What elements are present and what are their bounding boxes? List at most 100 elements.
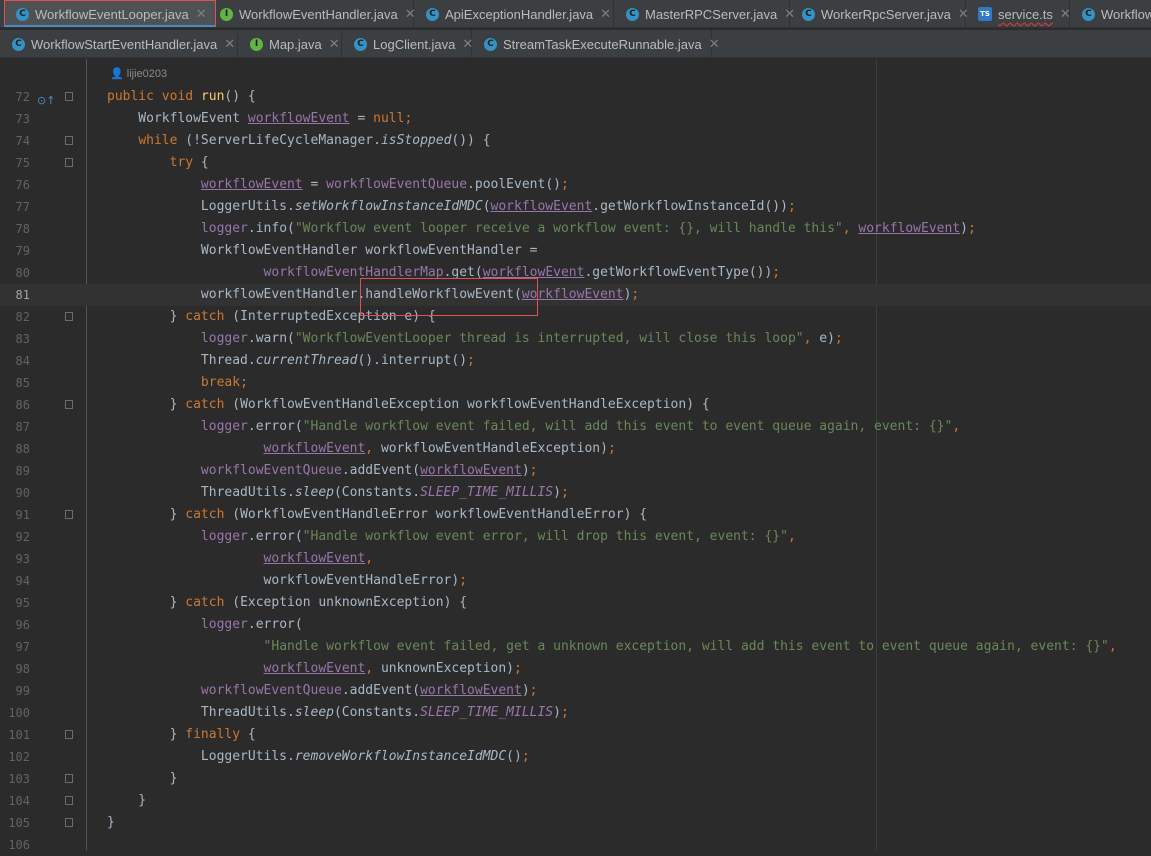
close-icon[interactable]: ✕	[600, 7, 611, 22]
code-line[interactable]: 97 "Handle workflow event failed, get a …	[0, 636, 1151, 658]
line-number[interactable]: 72	[0, 86, 30, 108]
tab-map[interactable]: I Map.java ✕	[238, 30, 342, 57]
line-number[interactable]: 101	[0, 724, 30, 746]
close-icon[interactable]: ✕	[709, 37, 720, 52]
code-line[interactable]: 76 workflowEvent = workflowEventQueue.po…	[0, 174, 1151, 196]
fold-marker-icon[interactable]	[65, 92, 73, 101]
fold-marker-icon[interactable]	[65, 818, 73, 827]
code-line[interactable]: 106	[0, 834, 1151, 856]
line-number[interactable]: 78	[0, 218, 30, 240]
close-icon[interactable]: ✕	[224, 37, 235, 52]
code-line[interactable]: 72 ⊙↑ public void run() {	[0, 86, 1151, 108]
line-number[interactable]: 80	[0, 262, 30, 284]
code-line[interactable]: 98 workflowEvent, unknownException);	[0, 658, 1151, 680]
fold-marker-icon[interactable]	[65, 158, 73, 167]
fold-marker-icon[interactable]	[65, 730, 73, 739]
line-number[interactable]: 75	[0, 152, 30, 174]
code-line[interactable]: 82 } catch (InterruptedException e) {	[0, 306, 1151, 328]
code-line[interactable]: 102 LoggerUtils.removeWorkflowInstanceId…	[0, 746, 1151, 768]
code-author-hint[interactable]: 👤 lijie0203	[110, 67, 167, 80]
code-line[interactable]: 104 }	[0, 790, 1151, 812]
line-number[interactable]: 93	[0, 548, 30, 570]
tab-api-exception-handler[interactable]: C ApiExceptionHandler.java ✕	[414, 0, 614, 27]
code-line[interactable]: 88 workflowEvent, workflowEventHandleExc…	[0, 438, 1151, 460]
line-number[interactable]: 89	[0, 460, 30, 482]
line-number[interactable]: 87	[0, 416, 30, 438]
fold-marker-icon[interactable]	[65, 400, 73, 409]
code-line[interactable]: 96 logger.error(	[0, 614, 1151, 636]
line-number[interactable]: 85	[0, 372, 30, 394]
line-number[interactable]: 82	[0, 306, 30, 328]
line-number[interactable]: 91	[0, 504, 30, 526]
fold-marker-icon[interactable]	[65, 774, 73, 783]
tab-service-ts[interactable]: TS service.ts ✕	[966, 0, 1071, 27]
code-line[interactable]: 91 } catch (WorkflowEventHandleError wor…	[0, 504, 1151, 526]
code-text: } catch (Exception unknownException) {	[107, 595, 468, 610]
code-line[interactable]: 79 WorkflowEventHandler workflowEventHan…	[0, 240, 1151, 262]
line-number[interactable]: 104	[0, 790, 30, 812]
code-line[interactable]: 105}	[0, 812, 1151, 834]
tab-label: StreamTaskExecuteRunnable.java	[503, 36, 702, 52]
code-line[interactable]: 83 logger.warn("WorkflowEventLooper thre…	[0, 328, 1151, 350]
code-line[interactable]: 78 logger.info("Workflow event looper re…	[0, 218, 1151, 240]
line-number[interactable]: 84	[0, 350, 30, 372]
line-number[interactable]: 88	[0, 438, 30, 460]
line-number[interactable]: 99	[0, 680, 30, 702]
tab-worker-rpc-server[interactable]: C WorkerRpcServer.java ✕	[790, 0, 969, 27]
line-number[interactable]: 77	[0, 196, 30, 218]
line-number[interactable]: 94	[0, 570, 30, 592]
line-number[interactable]: 100	[0, 702, 30, 724]
close-icon[interactable]: ✕	[196, 7, 207, 22]
code-line[interactable]: 95 } catch (Exception unknownException) …	[0, 592, 1151, 614]
line-number[interactable]: 76	[0, 174, 30, 196]
tab-workflow-event-looper[interactable]: C WorkflowEventLooper.java ✕	[4, 0, 216, 27]
code-line[interactable]: 86 } catch (WorkflowEventHandleException…	[0, 394, 1151, 416]
line-number[interactable]: 92	[0, 526, 30, 548]
tab-master-rpc-server[interactable]: C MasterRPCServer.java ✕	[614, 0, 795, 27]
fold-marker-icon[interactable]	[65, 312, 73, 321]
code-editor[interactable]: 👤 lijie0203 72 ⊙↑ public void run() {73 Wo…	[0, 59, 1151, 852]
line-number[interactable]: 79	[0, 240, 30, 262]
code-line[interactable]: 73 WorkflowEvent workflowEvent = null;	[0, 108, 1151, 130]
line-number[interactable]: 86	[0, 394, 30, 416]
fold-marker-icon[interactable]	[65, 510, 73, 519]
code-line[interactable]: 89 workflowEventQueue.addEvent(workflowE…	[0, 460, 1151, 482]
line-number[interactable]: 83	[0, 328, 30, 350]
line-number[interactable]: 73	[0, 108, 30, 130]
code-line[interactable]: 90 ThreadUtils.sleep(Constants.SLEEP_TIM…	[0, 482, 1151, 504]
line-number[interactable]: 98	[0, 658, 30, 680]
tab-workflow-start-event-handler[interactable]: C WorkflowStartEventHandler.java ✕	[0, 30, 238, 57]
code-line[interactable]: 87 logger.error("Handle workflow event f…	[0, 416, 1151, 438]
tab-stream-task-execute-runnable[interactable]: C StreamTaskExecuteRunnable.java ✕	[472, 30, 720, 57]
tab-workflow-event-handler[interactable]: I WorkflowEventHandler.java ✕	[208, 0, 416, 27]
code-line[interactable]: 94 workflowEventHandleError);	[0, 570, 1151, 592]
line-number[interactable]: 105	[0, 812, 30, 834]
code-line[interactable]: 99 workflowEventQueue.addEvent(workflowE…	[0, 680, 1151, 702]
tab-log-client[interactable]: C LogClient.java ✕	[342, 30, 473, 57]
line-number[interactable]: 97	[0, 636, 30, 658]
fold-marker-icon[interactable]	[65, 796, 73, 805]
code-line[interactable]: 103 }	[0, 768, 1151, 790]
code-line[interactable]: 74 while (!ServerLifeCycleManager.isStop…	[0, 130, 1151, 152]
line-number[interactable]: 96	[0, 614, 30, 636]
code-line[interactable]: 85 break;	[0, 372, 1151, 394]
code-line[interactable]: 81 workflowEventHandler.handleWorkflowEv…	[0, 284, 1151, 306]
fold-marker-icon[interactable]	[65, 136, 73, 145]
code-line[interactable]: 100 ThreadUtils.sleep(Constants.SLEEP_TI…	[0, 702, 1151, 724]
code-line[interactable]: 75 try {	[0, 152, 1151, 174]
line-number[interactable]: 95	[0, 592, 30, 614]
code-line[interactable]: 101 } finally {	[0, 724, 1151, 746]
tab-workflow-truncated[interactable]: C Workflow	[1070, 0, 1151, 27]
code-line[interactable]: 93 workflowEvent,	[0, 548, 1151, 570]
code-line[interactable]: 92 logger.error("Handle workflow event e…	[0, 526, 1151, 548]
close-icon[interactable]: ✕	[329, 37, 340, 52]
line-number[interactable]: 90	[0, 482, 30, 504]
code-line[interactable]: 80 workflowEventHandlerMap.get(workflowE…	[0, 262, 1151, 284]
code-line[interactable]: 84 Thread.currentThread().interrupt();	[0, 350, 1151, 372]
line-number[interactable]: 106	[0, 834, 30, 856]
line-number[interactable]: 103	[0, 768, 30, 790]
code-line[interactable]: 77 LoggerUtils.setWorkflowInstanceIdMDC(…	[0, 196, 1151, 218]
line-number[interactable]: 81	[0, 284, 30, 306]
line-number[interactable]: 74	[0, 130, 30, 152]
line-number[interactable]: 102	[0, 746, 30, 768]
